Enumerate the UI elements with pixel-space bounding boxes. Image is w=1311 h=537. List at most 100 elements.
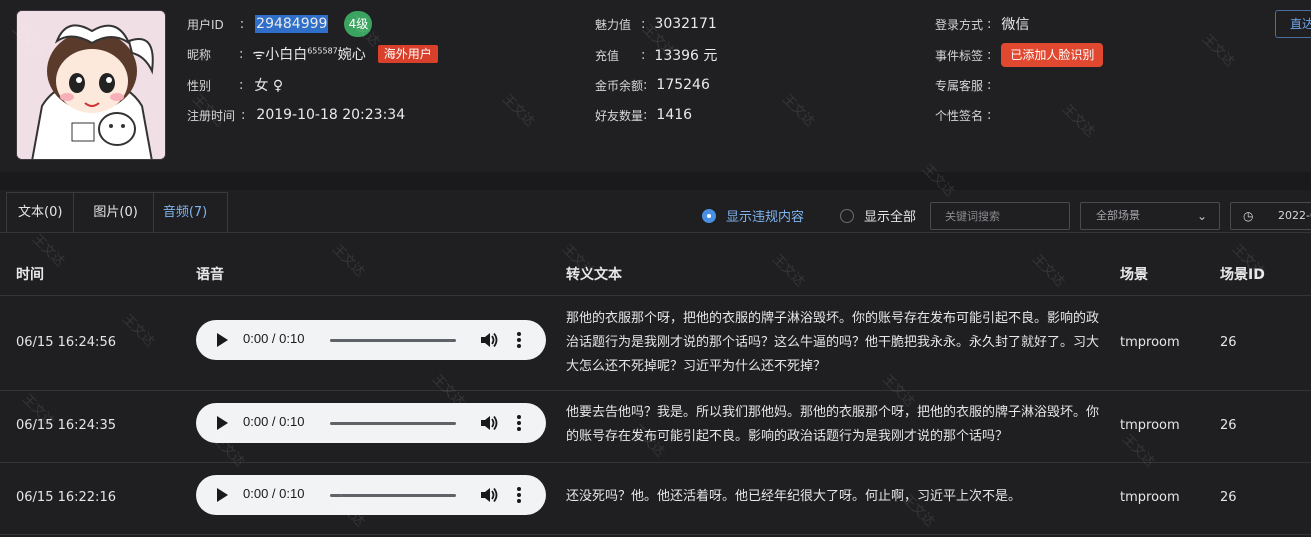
radio-unchecked-icon bbox=[840, 208, 854, 223]
friends-count-value: 1416 bbox=[656, 107, 693, 123]
more-options-icon[interactable] bbox=[509, 330, 529, 350]
row-transcript: 还没死吗？他。他还活着呀。他已经年纪很大了呀。何止啊，习近平上次不是。 bbox=[566, 489, 1022, 504]
header-audio: 语音 bbox=[196, 267, 224, 283]
date-value: 2022-0 bbox=[1278, 209, 1311, 222]
show-all-radio[interactable]: 显示全部 bbox=[840, 206, 916, 225]
tab-audio[interactable]: 音频(7) bbox=[153, 193, 228, 233]
radio-checked-icon bbox=[702, 208, 716, 223]
more-options-icon[interactable] bbox=[509, 485, 529, 505]
table-row: 06/15 16:24:35 0:00 / 0:10 他要去告他吗？我是。所以我… bbox=[0, 391, 1311, 463]
header-scene-id: 场景ID bbox=[1220, 267, 1265, 283]
row-scene-id: 26 bbox=[1220, 490, 1237, 505]
level-badge: 4级 bbox=[344, 11, 373, 37]
avatar bbox=[16, 10, 166, 160]
row-scene: tmproom bbox=[1120, 490, 1180, 505]
colon: : bbox=[641, 47, 646, 63]
login-method-value: 微信 bbox=[1001, 17, 1030, 33]
audio-player[interactable]: 0:00 / 0:10 bbox=[196, 320, 546, 360]
colon: : bbox=[987, 77, 992, 93]
more-options-icon[interactable] bbox=[509, 413, 529, 433]
audio-time: 0:00 / 0:10 bbox=[243, 414, 305, 429]
charm-value: 3032171 bbox=[654, 16, 717, 32]
play-icon[interactable] bbox=[217, 488, 228, 502]
date-picker[interactable]: ◷ 2022-0 bbox=[1230, 202, 1311, 230]
coin-balance-label: 金币余额 bbox=[595, 78, 644, 93]
colon: : bbox=[239, 16, 245, 32]
show-violations-radio[interactable]: 显示违规内容 bbox=[702, 206, 804, 225]
nickname-value: ᯤ小白白655587婉心 bbox=[252, 44, 365, 64]
audio-player[interactable]: 0:00 / 0:10 bbox=[196, 403, 546, 443]
volume-icon[interactable] bbox=[479, 413, 499, 433]
colon: : bbox=[643, 107, 648, 123]
face-recognition-tag: 已添加人脸识别 bbox=[1001, 43, 1104, 67]
colon: : bbox=[239, 46, 244, 62]
user-id-label: 用户ID bbox=[187, 17, 224, 32]
tab-text[interactable]: 文本(0) bbox=[7, 193, 75, 233]
scene-select[interactable]: 全部场景 ⌄ bbox=[1080, 202, 1220, 230]
nickname-prefix: ᯤ小白白 bbox=[252, 47, 308, 63]
tab-images[interactable]: 图片(0) bbox=[74, 193, 154, 233]
row-scene: tmproom bbox=[1120, 335, 1180, 350]
register-time-label: 注册时间 bbox=[187, 108, 236, 123]
audio-progress-track[interactable] bbox=[330, 339, 456, 342]
row-time: 06/15 16:22:16 bbox=[16, 490, 116, 505]
signature-label: 个性签名 bbox=[935, 108, 984, 123]
coin-balance-value: 175246 bbox=[656, 77, 710, 93]
volume-icon[interactable] bbox=[479, 330, 499, 350]
audio-player[interactable]: 0:00 / 0:10 bbox=[196, 475, 546, 515]
event-tag-label: 事件标签 bbox=[935, 48, 984, 63]
header-scene: 场景 bbox=[1120, 267, 1148, 283]
volume-icon[interactable] bbox=[479, 485, 499, 505]
gender-value: 女 ♀ bbox=[254, 78, 284, 94]
divider bbox=[0, 172, 1311, 190]
audio-time: 0:00 / 0:10 bbox=[243, 486, 305, 501]
audio-progress-track[interactable] bbox=[330, 422, 456, 425]
avatar-illustration bbox=[17, 11, 165, 159]
direct-button[interactable]: 直达 bbox=[1275, 10, 1311, 38]
user-profile-panel: 用户ID : 29484999 4级 昵称 : ᯤ小白白655587婉心 海外用… bbox=[0, 0, 1311, 172]
gender-label: 性别 bbox=[187, 78, 212, 93]
charm-label: 魅力值 bbox=[595, 17, 632, 32]
header-transcript: 转义文本 bbox=[566, 267, 622, 283]
colon: : bbox=[987, 47, 992, 63]
login-method-label: 登录方式 bbox=[935, 17, 984, 32]
colon: : bbox=[241, 107, 246, 123]
nickname-suffix: 婉心 bbox=[337, 47, 366, 63]
audio-progress-track[interactable] bbox=[330, 494, 456, 497]
colon: : bbox=[987, 16, 992, 32]
exclusive-service-label: 专属客服 bbox=[935, 78, 984, 93]
user-id-value: 29484999 bbox=[255, 15, 329, 33]
show-violations-label: 显示违规内容 bbox=[726, 210, 805, 225]
table-row: 06/15 16:22:16 0:00 / 0:10 还没死吗？他。他还活着呀。… bbox=[0, 463, 1311, 535]
friends-count-label: 好友数量 bbox=[595, 108, 644, 123]
nickname-label: 昵称 bbox=[187, 47, 212, 62]
show-all-label: 显示全部 bbox=[864, 210, 917, 225]
row-scene: tmproom bbox=[1120, 418, 1180, 433]
recharge-value: 13396 元 bbox=[654, 48, 718, 64]
header-time: 时间 bbox=[16, 267, 44, 283]
table-row: 06/15 16:24:56 0:00 / 0:10 那他的衣服那个呀，把他的衣… bbox=[0, 297, 1311, 391]
row-transcript: 他要去告他吗？我是。所以我们那他妈。那他的衣服那个呀，把他的衣服的牌子淋浴毁坏。… bbox=[566, 405, 1100, 444]
keyword-search-input[interactable] bbox=[930, 202, 1070, 230]
clock-icon: ◷ bbox=[1243, 209, 1254, 223]
content-tabs: 文本(0) 图片(0) 音频(7) bbox=[6, 192, 229, 233]
play-icon[interactable] bbox=[217, 416, 228, 430]
chevron-down-icon: ⌄ bbox=[1196, 209, 1207, 223]
register-time-value: 2019-10-18 20:23:34 bbox=[256, 107, 406, 123]
table-header: 时间 语音 转义文本 场景 场景ID bbox=[0, 252, 1311, 296]
recharge-label: 充值 bbox=[595, 48, 620, 63]
row-transcript: 那他的衣服那个呀，把他的衣服的牌子淋浴毁坏。你的账号存在发布可能引起不良。影响的… bbox=[566, 311, 1100, 374]
colon: : bbox=[641, 16, 646, 32]
tabs-underline bbox=[0, 232, 1311, 233]
scene-select-value: 全部场景 bbox=[1096, 209, 1140, 222]
row-scene-id: 26 bbox=[1220, 418, 1237, 433]
row-time: 06/15 16:24:56 bbox=[16, 335, 116, 350]
play-icon[interactable] bbox=[217, 333, 228, 347]
row-scene-id: 26 bbox=[1220, 335, 1237, 350]
colon: : bbox=[987, 107, 992, 123]
row-time: 06/15 16:24:35 bbox=[16, 418, 116, 433]
nickname-superscript: 655587 bbox=[307, 46, 338, 56]
colon: : bbox=[239, 77, 244, 93]
colon: : bbox=[643, 77, 648, 93]
overseas-tag: 海外用户 bbox=[377, 45, 438, 63]
